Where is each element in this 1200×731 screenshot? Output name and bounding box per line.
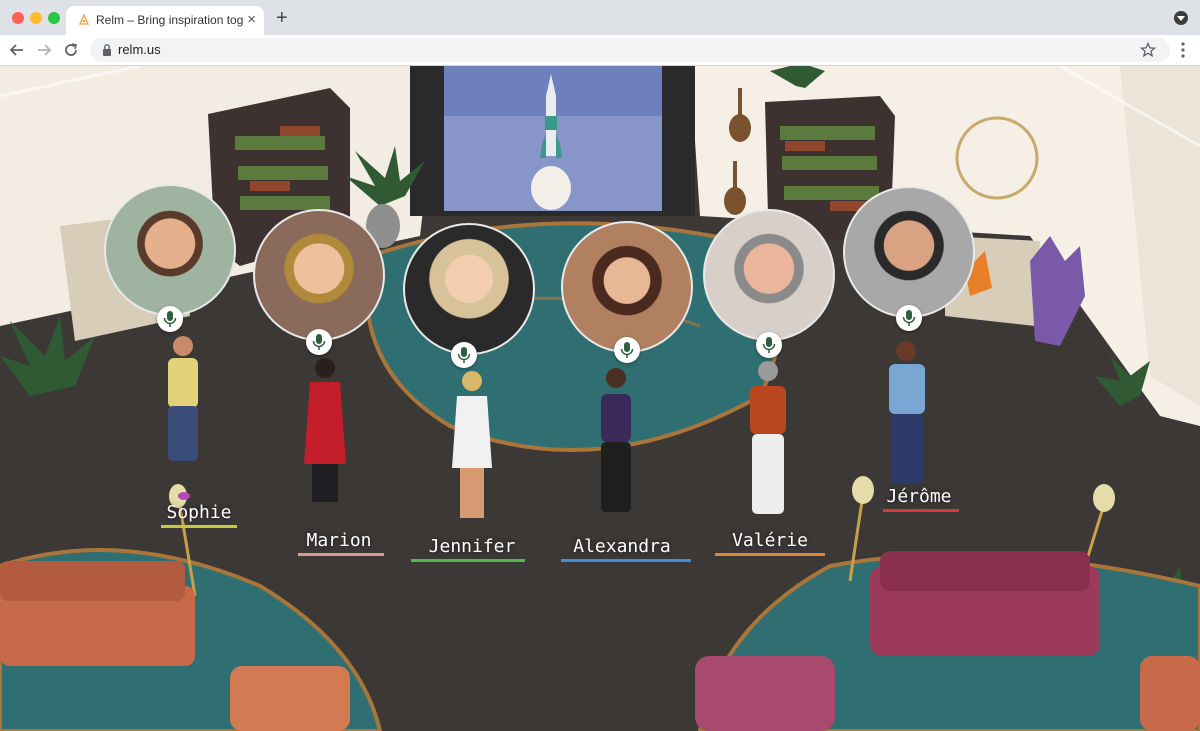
relm-favicon-icon (78, 14, 90, 25)
browser-toolbar: relm.us (0, 35, 1200, 66)
video-bubble-valerie[interactable] (703, 209, 835, 341)
microphone-icon[interactable] (306, 329, 332, 355)
microphone-icon[interactable] (451, 342, 477, 368)
lock-icon (103, 44, 111, 56)
new-tab-button[interactable]: + (276, 6, 288, 30)
participant-underline-marion (298, 553, 384, 556)
microphone-icon[interactable] (756, 332, 782, 358)
participant-name-jennifer: Jennifer (428, 536, 516, 557)
tab-search-icon[interactable] (1174, 11, 1188, 25)
participant-underline-jerome (883, 509, 959, 512)
window-close-button[interactable] (12, 12, 24, 24)
video-bubble-jennifer[interactable] (403, 223, 535, 355)
virtual-room-background (0, 66, 1200, 731)
microphone-icon[interactable] (896, 305, 922, 331)
bookmark-star-icon[interactable] (1140, 41, 1156, 59)
participant-name-jerome: Jérôme (886, 486, 952, 507)
kebab-menu-icon[interactable] (1180, 42, 1186, 58)
video-bubble-jerome[interactable] (843, 186, 975, 318)
video-bubble-alexandra[interactable] (561, 221, 693, 353)
forward-icon[interactable] (33, 39, 55, 61)
participant-name-marion: Marion (306, 530, 372, 551)
participant-name-sophie: Sophie (166, 502, 232, 523)
video-bubble-marion[interactable] (253, 209, 385, 341)
relm-world-viewport[interactable]: Sophie Marion Jennifer Alexandra Valérie… (0, 66, 1200, 731)
microphone-icon[interactable] (157, 306, 183, 332)
participant-underline-alexandra (561, 559, 691, 562)
participant-underline-sophie (161, 525, 237, 528)
reload-icon[interactable] (60, 39, 82, 61)
participant-underline-valerie (715, 553, 825, 556)
participant-name-alexandra: Alexandra (573, 536, 671, 557)
tab-close-icon[interactable]: × (247, 11, 256, 29)
window-maximize-button[interactable] (48, 12, 60, 24)
back-icon[interactable] (6, 39, 28, 61)
participant-name-valerie: Valérie (732, 530, 808, 551)
tab-title: Relm – Bring inspiration together (96, 13, 244, 27)
window-minimize-button[interactable] (30, 12, 42, 24)
address-bar[interactable]: relm.us (90, 38, 1170, 62)
url-text: relm.us (118, 42, 161, 57)
microphone-icon[interactable] (614, 337, 640, 363)
video-bubble-sophie[interactable] (104, 184, 236, 316)
participant-underline-jennifer (411, 559, 525, 562)
tab-bar: Relm – Bring inspiration together × + (0, 0, 1200, 35)
browser-tab[interactable]: Relm – Bring inspiration together × (66, 6, 264, 35)
